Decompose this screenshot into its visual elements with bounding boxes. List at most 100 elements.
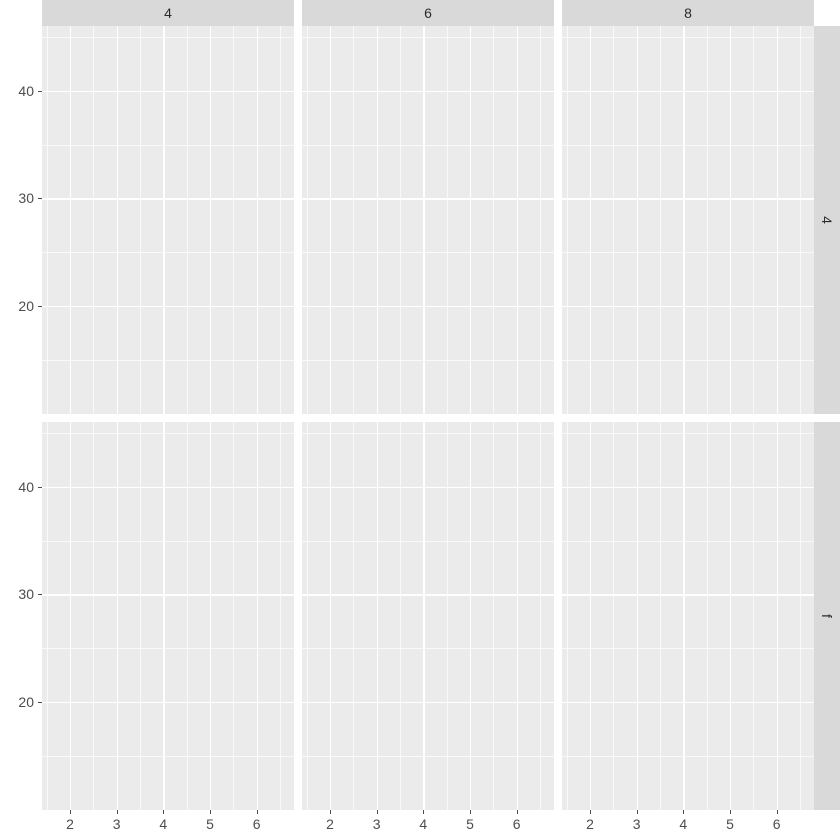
grid-v-minor: [753, 422, 754, 810]
grid-v: [683, 26, 684, 414]
grid-v-minor: [707, 422, 708, 810]
col-strip-label: 4: [164, 5, 172, 21]
x-tick-label: 2: [66, 816, 74, 832]
grid-v-minor: [540, 26, 541, 414]
x-tick-label: 6: [773, 816, 781, 832]
grid-v-minor: [660, 422, 661, 810]
grid-v-minor: [613, 422, 614, 810]
row-strip: 4: [814, 26, 840, 414]
x-tick-label: 3: [373, 816, 381, 832]
grid-v-minor: [800, 26, 801, 414]
grid-v-minor: [707, 26, 708, 414]
x-tick: [70, 810, 71, 814]
grid-v: [517, 26, 518, 414]
col-strip: 4: [42, 0, 294, 26]
x-tick-label: 4: [419, 816, 427, 832]
grid-v-minor: [140, 26, 141, 414]
panel: [562, 422, 814, 810]
grid-v-minor: [233, 422, 234, 810]
grid-v-minor: [307, 422, 308, 810]
x-tick: [730, 810, 731, 814]
grid-v: [730, 422, 731, 810]
x-tick-label: 6: [253, 816, 261, 832]
x-tick-label: 2: [326, 816, 334, 832]
y-tick: [38, 702, 42, 703]
y-tick: [38, 487, 42, 488]
y-tick-label: 30: [0, 190, 34, 206]
x-tick: [210, 810, 211, 814]
grid-v-minor: [613, 26, 614, 414]
grid-v: [730, 26, 731, 414]
grid-v-minor: [493, 422, 494, 810]
x-tick-label: 6: [513, 816, 521, 832]
y-tick-label: 20: [0, 298, 34, 314]
grid-v: [257, 26, 258, 414]
y-tick-label: 40: [0, 83, 34, 99]
grid-v: [70, 26, 71, 414]
grid-v: [117, 422, 118, 810]
grid-v-minor: [307, 26, 308, 414]
grid-v: [517, 422, 518, 810]
grid-v-minor: [93, 422, 94, 810]
panel: [302, 422, 554, 810]
y-tick-label: 40: [0, 479, 34, 495]
col-strip: 6: [302, 0, 554, 26]
grid-v: [590, 26, 591, 414]
row-strip-label: 4: [819, 216, 835, 224]
grid-v: [377, 26, 378, 414]
grid-v-minor: [140, 422, 141, 810]
x-tick-label: 2: [586, 816, 594, 832]
grid-v-minor: [187, 422, 188, 810]
grid-v: [330, 422, 331, 810]
x-tick: [470, 810, 471, 814]
grid-v: [163, 26, 164, 414]
x-tick: [117, 810, 118, 814]
grid-v-minor: [447, 422, 448, 810]
grid-v-minor: [280, 26, 281, 414]
grid-v: [210, 26, 211, 414]
x-tick-label: 5: [206, 816, 214, 832]
grid-v: [637, 422, 638, 810]
x-tick: [637, 810, 638, 814]
grid-v-minor: [47, 422, 48, 810]
grid-v-minor: [447, 26, 448, 414]
grid-v-minor: [567, 26, 568, 414]
grid-v: [377, 422, 378, 810]
x-tick: [377, 810, 378, 814]
grid-v: [163, 422, 164, 810]
grid-v-minor: [800, 422, 801, 810]
row-strip: f: [814, 422, 840, 810]
panel: [42, 26, 294, 414]
grid-v-minor: [540, 422, 541, 810]
grid-v-minor: [233, 26, 234, 414]
facet-chart: 4684f203040203040234562345623456: [0, 0, 840, 840]
grid-v: [777, 26, 778, 414]
panel: [302, 26, 554, 414]
x-tick: [590, 810, 591, 814]
y-tick-label: 20: [0, 694, 34, 710]
col-strip-label: 6: [424, 5, 432, 21]
grid-v-minor: [753, 26, 754, 414]
grid-v: [683, 422, 684, 810]
x-tick-label: 3: [113, 816, 121, 832]
grid-v-minor: [493, 26, 494, 414]
grid-v: [117, 26, 118, 414]
x-tick-label: 4: [679, 816, 687, 832]
y-tick: [38, 91, 42, 92]
col-strip: 8: [562, 0, 814, 26]
x-tick-label: 3: [633, 816, 641, 832]
row-strip-label: f: [819, 614, 835, 618]
x-tick: [777, 810, 778, 814]
grid-v: [423, 422, 424, 810]
x-tick: [423, 810, 424, 814]
panel: [42, 422, 294, 810]
col-strip-label: 8: [684, 5, 692, 21]
x-tick: [330, 810, 331, 814]
x-tick-label: 5: [466, 816, 474, 832]
grid-v-minor: [353, 26, 354, 414]
grid-v: [637, 26, 638, 414]
grid-v: [257, 422, 258, 810]
grid-v: [70, 422, 71, 810]
grid-v: [330, 26, 331, 414]
x-tick-label: 5: [726, 816, 734, 832]
